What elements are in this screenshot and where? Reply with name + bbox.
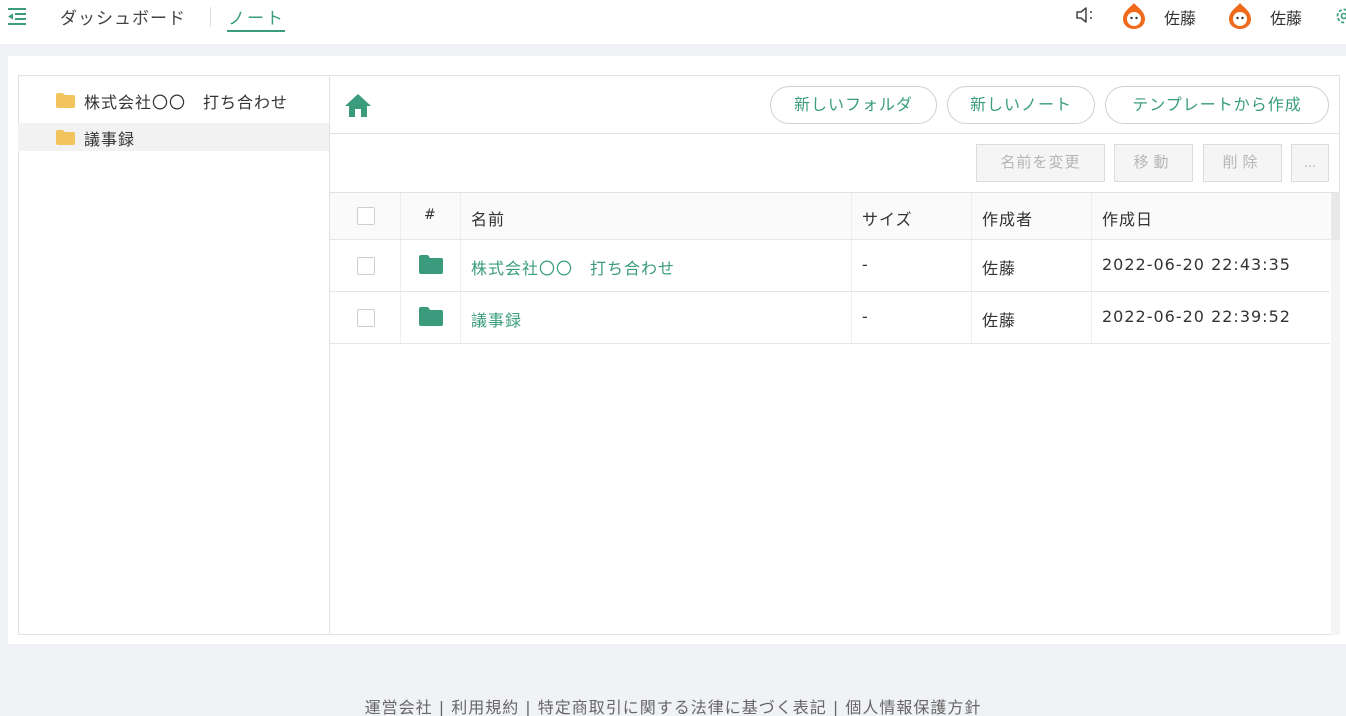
table-row[interactable]: 株式会社〇〇 打ち合わせ - 佐藤 2022-06-20 22:43:35 <box>330 240 1330 292</box>
nav-divider <box>210 7 211 27</box>
column-header-name[interactable]: 名前 <box>471 206 505 230</box>
tree-item-folder[interactable]: 株式会社〇〇 打ち合わせ <box>18 86 329 114</box>
column-header-created[interactable]: 作成日 <box>1102 206 1153 230</box>
row-checkbox[interactable] <box>357 309 375 327</box>
nav-active-indicator <box>227 30 285 32</box>
primary-toolbar: 新しいフォルダ 新しいノート テンプレートから作成 <box>330 75 1340 134</box>
more-actions-button[interactable]: ... <box>1291 144 1329 182</box>
folder-icon <box>56 93 75 108</box>
row-size: - <box>862 307 869 326</box>
user-name[interactable]: 佐藤 <box>1270 5 1302 29</box>
folder-icon <box>56 130 75 145</box>
avatar[interactable] <box>1119 1 1149 31</box>
speaker-icon[interactable] <box>1074 5 1096 25</box>
row-author: 佐藤 <box>982 259 1017 278</box>
action-toolbar: 名前を変更 移動 削除 ... <box>330 135 1340 193</box>
row-name-link[interactable]: 議事録 <box>471 307 522 331</box>
nav-dashboard[interactable]: ダッシュボード <box>60 4 186 29</box>
tree-item-label: 議事録 <box>84 130 136 149</box>
home-icon[interactable] <box>344 92 372 118</box>
delete-button[interactable]: 削除 <box>1203 144 1282 182</box>
folder-icon <box>419 255 443 274</box>
tree-item-label: 株式会社〇〇 打ち合わせ <box>84 93 289 112</box>
row-checkbox[interactable] <box>357 257 375 275</box>
folder-icon <box>419 307 443 326</box>
table-row[interactable]: 議事録 - 佐藤 2022-06-20 22:39:52 <box>330 292 1330 344</box>
scrollbar-thumb[interactable] <box>1331 193 1340 240</box>
column-header-author[interactable]: 作成者 <box>982 206 1033 230</box>
menu-collapse-icon[interactable] <box>6 5 28 27</box>
footer-links[interactable]: 運営会社 | 利用規約 | 特定商取引に関する法律に基づく表記 | 個人情報保護… <box>0 694 1346 716</box>
top-header: ダッシュボード ノート 佐藤 佐藤 <box>0 0 1346 44</box>
row-created: 2022-06-20 22:43:35 <box>1102 255 1291 274</box>
row-author: 佐藤 <box>982 311 1017 330</box>
select-all-checkbox[interactable] <box>357 207 375 225</box>
row-created: 2022-06-20 22:39:52 <box>1102 307 1291 326</box>
folder-tree: 株式会社〇〇 打ち合わせ 議事録 <box>18 75 330 635</box>
gear-icon[interactable] <box>1334 6 1346 26</box>
nav-notes[interactable]: ノート <box>228 4 285 29</box>
new-folder-button[interactable]: 新しいフォルダ <box>770 86 937 124</box>
user-name[interactable]: 佐藤 <box>1164 5 1196 29</box>
new-note-button[interactable]: 新しいノート <box>947 86 1095 124</box>
content-area: 新しいフォルダ 新しいノート テンプレートから作成 名前を変更 移動 削除 ..… <box>330 75 1340 635</box>
column-header-num: # <box>424 207 437 223</box>
column-header-size[interactable]: サイズ <box>862 206 913 230</box>
tree-item-folder[interactable]: 議事録 <box>18 123 329 151</box>
create-from-template-button[interactable]: テンプレートから作成 <box>1105 86 1329 124</box>
table-header: # 名前 サイズ 作成者 作成日 <box>330 193 1330 240</box>
rename-button[interactable]: 名前を変更 <box>976 144 1105 182</box>
move-button[interactable]: 移動 <box>1114 144 1193 182</box>
row-size: - <box>862 255 869 274</box>
row-name-link[interactable]: 株式会社〇〇 打ち合わせ <box>471 255 675 279</box>
table-scrollbar[interactable] <box>1331 193 1340 635</box>
avatar[interactable] <box>1225 1 1255 31</box>
